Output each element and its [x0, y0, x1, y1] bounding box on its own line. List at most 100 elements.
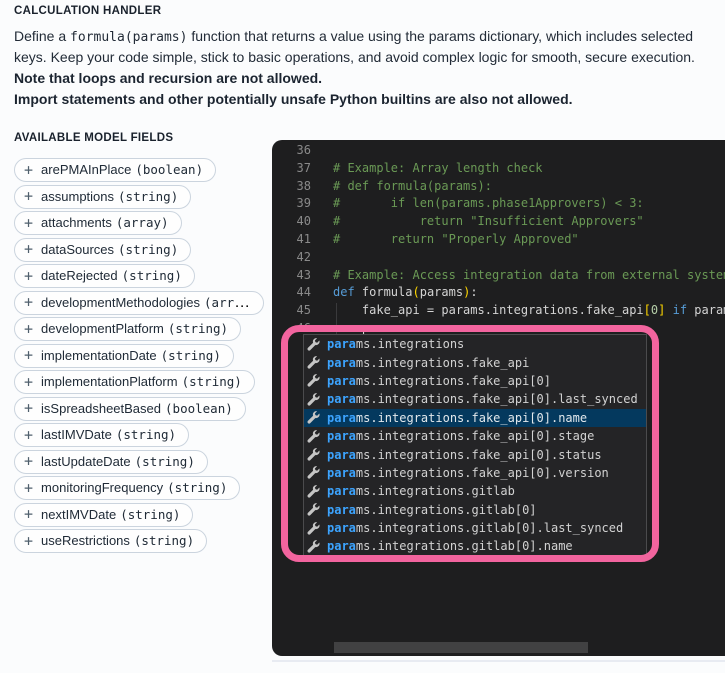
wrench-icon — [307, 448, 327, 461]
field-pill-dataSources[interactable]: + dataSources (string) — [14, 237, 192, 262]
field-pill-label: dateRejected (string) — [41, 267, 182, 285]
plus-icon: + — [24, 478, 34, 497]
field-pill-arePMAInPlace[interactable]: + arePMAInPlace (boolean) — [14, 158, 217, 182]
field-name: lastIMVDate — [41, 427, 112, 442]
field-type: (string) — [118, 188, 179, 204]
field-pill-label: dataSources (string) — [41, 241, 178, 259]
suggestion-item[interactable]: para ms.integrations.gitlab — [304, 482, 646, 500]
field-pill-nextIMVDate[interactable]: + nextIMVDate (string) — [14, 502, 194, 527]
field-pill-label: developmentPlatform (string) — [41, 320, 228, 338]
suggestion-rest-text: ms.integrations.fake_api[0].status — [355, 447, 602, 462]
code-line-text: # return "Insufficient Approvers" — [333, 214, 644, 229]
field-type: (string) — [115, 427, 177, 442]
field-type: (boolean) — [135, 162, 204, 177]
field-pill-useRestrictions[interactable]: + useRestrictions (string) — [14, 529, 208, 553]
code-line-text: # Example: Access integration data from … — [333, 267, 725, 282]
field-pill-label: attachments (array) — [41, 214, 169, 232]
code-editor[interactable]: 36 37 # Example: Array length check 38 # def… — [272, 140, 725, 656]
field-pill-label: isSpreadsheetBased (boolean) — [41, 400, 233, 418]
autocomplete-dropdown: para ms.integrations para ms.integrations.f… — [303, 334, 647, 557]
field-type: (string) — [181, 374, 242, 389]
field-pill-developmentPlatform[interactable]: + developmentPlatform (string) — [14, 317, 242, 341]
horizontal-scrollbar[interactable] — [334, 642, 588, 653]
description-line-2: keys. Keep your code simple, stick to ba… — [14, 49, 695, 65]
plus-icon: + — [24, 425, 34, 444]
note-loops-recursion: Note that loops and recursion are not al… — [14, 70, 323, 86]
field-pill-monitoringFrequency[interactable]: + monitoringFrequency (string) — [14, 476, 241, 500]
field-type: (array) — [115, 215, 169, 230]
code-area[interactable]: 36 37 # Example: Array length check 38 # def… — [272, 142, 725, 338]
code-line: 40 # return "Insufficient Approvers" — [272, 213, 725, 231]
suggestion-matched-text: para — [327, 355, 356, 370]
plus-icon: + — [24, 293, 34, 311]
field-pill-lastUpdateDate[interactable]: + lastUpdateDate (string) — [14, 449, 208, 474]
field-pill-attachments[interactable]: + attachments (array) — [14, 211, 182, 235]
field-name: monitoringFrequency — [41, 480, 164, 495]
suggestion-rest-text: ms.integrations.fake_api[0].name — [355, 410, 588, 425]
suggestion-item[interactable]: para ms.integrations.gitlab[0] — [304, 501, 646, 519]
field-pill-label: arePMAInPlace (boolean) — [41, 161, 203, 179]
line-number: 41 — [296, 231, 311, 246]
code-line-text: # Example: Array length check — [333, 160, 543, 175]
suggestion-rest-text: ms.integrations.gitlab[0].name — [355, 539, 573, 554]
plus-icon: + — [24, 213, 34, 232]
suggestion-matched-text: para — [327, 373, 356, 388]
line-number: 42 — [296, 249, 311, 264]
wrench-icon — [307, 356, 327, 369]
wrench-icon — [307, 466, 327, 480]
field-pill-implementationPlatform[interactable]: + implementationPlatform (string) — [14, 370, 255, 394]
wrench-icon — [307, 393, 327, 406]
code-line: 45 fake_api = params.integrations.fake_a… — [272, 302, 725, 320]
field-name: developmentMethodologies — [41, 294, 201, 310]
suggestion-item[interactable]: para ms.integrations — [304, 335, 646, 353]
code-line-text: fake_api = params.integrations.fake_api[… — [333, 303, 725, 318]
field-type: (string) — [160, 347, 221, 363]
wrench-icon — [307, 374, 327, 388]
field-name: developmentPlatform — [41, 321, 164, 336]
suggestion-rest-text: ms.integrations.fake_api — [355, 355, 530, 370]
plus-icon: + — [24, 240, 34, 258]
section-title-calculation-handler: CALCULATION HANDLER — [14, 5, 162, 17]
field-pill-lastIMVDate[interactable]: + lastIMVDate (string) — [14, 423, 190, 447]
suggestion-rest-text: ms.integrations.fake_api[0].version — [355, 465, 609, 480]
field-pill-implementationDate[interactable]: + implementationDate (string) — [14, 343, 234, 368]
field-pill-label: implementationPlatform (string) — [41, 373, 242, 391]
suggestion-matched-text: para — [327, 410, 356, 425]
code-line: 39 # if len(params.phase1Approvers) < 3: — [272, 195, 725, 213]
wrench-icon — [307, 540, 327, 553]
suggestion-matched-text: para — [327, 392, 356, 407]
field-type: (string) — [121, 268, 182, 283]
suggestion-item[interactable]: para ms.integrations.fake_api[0].last_syn… — [304, 390, 646, 408]
plus-icon: + — [24, 452, 34, 470]
line-number: 39 — [296, 196, 311, 211]
suggestion-item[interactable]: para ms.integrations.fake_api[0].version — [304, 464, 646, 482]
suggestion-item[interactable]: para ms.integrations.gitlab[0].name — [304, 537, 646, 555]
wrench-icon — [307, 484, 327, 498]
plus-icon: + — [24, 319, 34, 338]
model-fields-list: + arePMAInPlace (boolean) + assumptions (stri… — [14, 158, 264, 553]
inline-code-formula: formula(params) — [70, 30, 188, 45]
field-pill-developmentMethodologies[interactable]: + developmentMethodologies(array) — [14, 290, 264, 315]
suggestion-matched-text: para — [327, 502, 356, 517]
code-line-text: # if len(params.phase1Approvers) < 3: — [333, 196, 644, 211]
field-pill-label: assumptions (string) — [41, 188, 178, 206]
suggestion-item[interactable]: para ms.integrations.fake_api[0].status — [304, 445, 646, 463]
suggestion-item[interactable]: para ms.integrations.fake_api — [304, 353, 646, 371]
section-title-available-model-fields: AVAILABLE MODEL FIELDS — [14, 132, 174, 144]
field-name: dataSources — [41, 241, 115, 257]
suggestion-item-selected[interactable]: para ms.integrations.fake_api[0].name — [304, 408, 646, 427]
field-pill-assumptions[interactable]: + assumptions (string) — [14, 184, 192, 209]
code-line: 43 # Example: Access integration data fro… — [272, 267, 725, 285]
field-pill-dateRejected[interactable]: + dateRejected (string) — [14, 264, 195, 288]
plus-icon: + — [24, 531, 34, 550]
field-pill-isSpreadsheetBased[interactable]: + isSpreadsheetBased (boolean) — [14, 396, 246, 421]
code-line: 37 # Example: Array length check — [272, 160, 725, 178]
suggestion-rest-text: ms.integrations.gitlab — [355, 484, 515, 499]
field-name: isSpreadsheetBased — [41, 400, 162, 416]
suggestion-rest-text: ms.integrations — [355, 337, 465, 352]
line-number: 45 — [296, 303, 311, 318]
suggestion-item[interactable]: para ms.integrations.fake_api[0] — [304, 372, 646, 390]
code-line: 41 # return "Properly Approved" — [272, 231, 725, 249]
suggestion-item[interactable]: para ms.integrations.gitlab[0].last_synce… — [304, 519, 646, 537]
suggestion-item[interactable]: para ms.integrations.fake_api[0].stage — [304, 427, 646, 445]
